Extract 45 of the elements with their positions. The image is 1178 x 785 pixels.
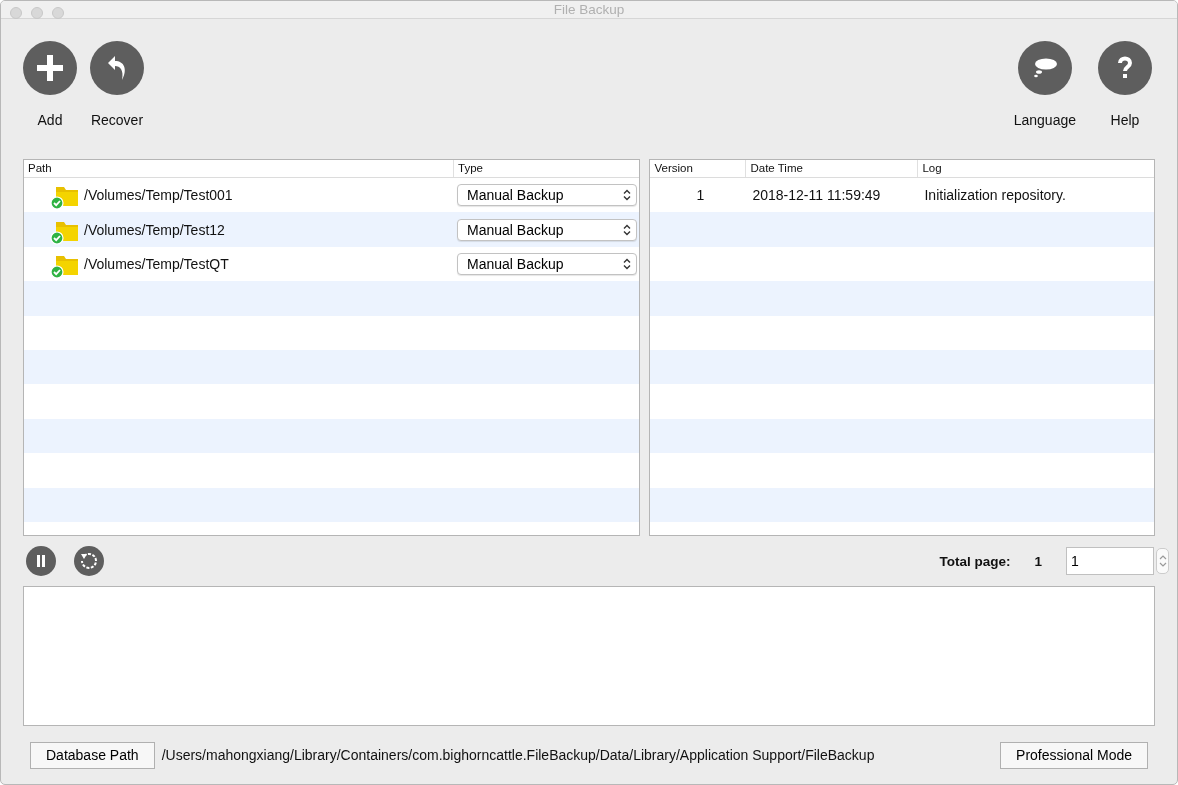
window-title: File Backup <box>553 2 625 17</box>
up-down-chevron-icon <box>623 257 631 270</box>
plus-icon <box>35 53 65 83</box>
path-text: /Volumes/Temp/TestQT <box>84 255 229 272</box>
backup-type-dropdown[interactable]: Manual Backup <box>457 184 637 207</box>
up-down-chevron-icon <box>623 223 631 236</box>
database-path-text: /Users/mahongxiang/Library/Containers/com.bighorncattle.FileBackup/Data/Library/Application Support/FileBackup <box>161 747 876 763</box>
total-page-count: 1 <box>1034 553 1042 569</box>
table-row[interactable]: /Volumes/Temp/Test12 Manual Backup <box>24 212 640 247</box>
column-header: Path <box>24 160 454 177</box>
speech-bubble-icon <box>1031 58 1058 78</box>
table-cell-text: Initialization repository. <box>923 187 1067 204</box>
circular-arrow-icon <box>79 551 99 571</box>
add-button[interactable] <box>23 41 77 95</box>
table-row[interactable]: 1 2018-12-11 11:59:49 Initialization repository. <box>650 178 1154 213</box>
recover-button[interactable] <box>90 41 144 95</box>
backup-type-dropdown[interactable]: Manual Backup <box>457 218 637 241</box>
pause-button[interactable] <box>26 546 56 576</box>
page-stepper[interactable] <box>1156 548 1169 574</box>
toolbar-label: Recover <box>90 112 144 128</box>
professional-mode-button[interactable]: Professional Mode <box>1000 741 1148 769</box>
column-header: Type <box>457 161 484 176</box>
language-button[interactable] <box>1017 41 1072 95</box>
column-header: Date Time <box>746 160 919 177</box>
toolbar-label: Add <box>37 112 63 128</box>
table-row[interactable]: /Volumes/Temp/Test001 Manual Backup <box>24 178 640 213</box>
toolbar-label: Language <box>1013 112 1076 128</box>
table-cell-text: 1 <box>695 187 706 204</box>
table-cell-text: 2018-12-11 11:59:49 <box>751 187 882 204</box>
help-button[interactable] <box>1098 41 1152 95</box>
refresh-button[interactable] <box>74 546 104 576</box>
pause-icon <box>36 555 46 567</box>
total-page-label: Total page: <box>939 553 1011 569</box>
up-down-chevron-icon <box>623 189 631 202</box>
toolbar-label: Help <box>1110 112 1140 128</box>
database-path-button[interactable]: Database Path <box>30 741 155 769</box>
up-down-chevron-icon <box>1158 554 1167 568</box>
table-row[interactable]: /Volumes/Temp/TestQT Manual Backup <box>24 246 640 282</box>
path-text: /Volumes/Temp/Test001 <box>84 187 233 204</box>
path-text: /Volumes/Temp/Test12 <box>84 221 225 238</box>
backup-type-dropdown[interactable]: Manual Backup <box>457 252 637 275</box>
help-icon <box>1117 56 1133 80</box>
column-header: Log <box>921 161 943 176</box>
column-header: Version <box>650 160 747 177</box>
page-number-field[interactable]: 1 <box>1066 547 1154 575</box>
